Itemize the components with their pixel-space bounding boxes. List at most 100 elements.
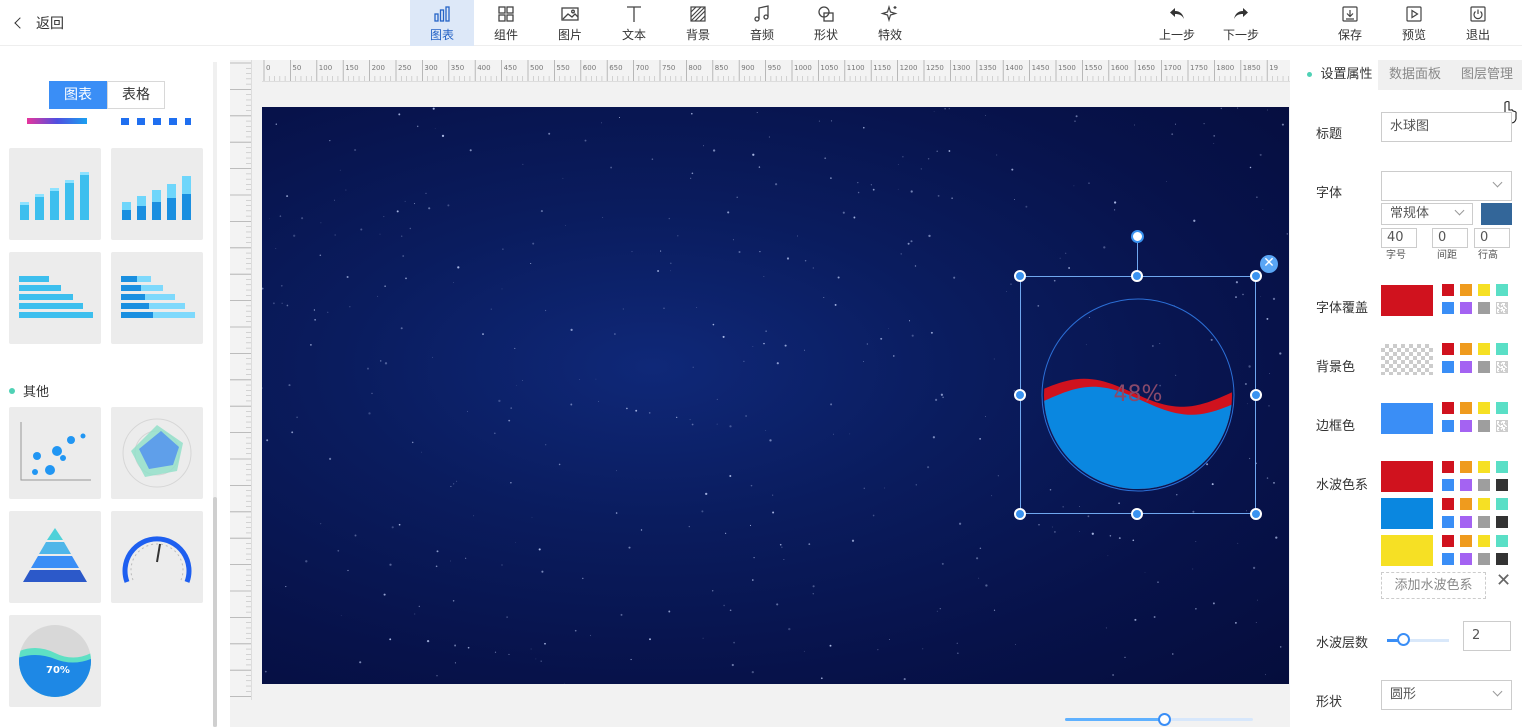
palette-color-2[interactable] [1478, 284, 1490, 296]
palette-color-6[interactable] [1478, 361, 1490, 373]
palette-color-4[interactable] [1442, 420, 1454, 432]
palette-color-4[interactable] [1442, 302, 1454, 314]
palette-color-5[interactable] [1460, 516, 1472, 528]
tool-background[interactable]: 背景 [666, 0, 730, 46]
thumb-3d-bar[interactable] [9, 148, 101, 240]
resize-handle-sw[interactable] [1014, 508, 1026, 520]
palette-color-3[interactable] [1496, 498, 1508, 510]
thumb-liquid-fill[interactable]: 70% [9, 615, 101, 707]
palette-color-7[interactable] [1496, 361, 1508, 373]
palette-color-5[interactable] [1460, 302, 1472, 314]
line-height-input[interactable]: 0 [1474, 228, 1510, 248]
palette-color-2[interactable] [1478, 535, 1490, 547]
add-wave-colors-button[interactable]: 添加水波色系 [1381, 572, 1486, 599]
palette-color-1[interactable] [1460, 498, 1472, 510]
font-cover-swatch[interactable] [1381, 285, 1433, 316]
palette-color-5[interactable] [1460, 553, 1472, 565]
palette-color-5[interactable] [1460, 420, 1472, 432]
palette-color-6[interactable] [1478, 516, 1490, 528]
thumb-3d-stacked-hbar[interactable] [111, 252, 203, 344]
resize-handle-se[interactable] [1250, 508, 1262, 520]
tool-component[interactable]: 组件 [474, 0, 538, 46]
palette-color-7[interactable] [1496, 420, 1508, 432]
palette-color-2[interactable] [1478, 498, 1490, 510]
palette-color-3[interactable] [1496, 343, 1508, 355]
palette-color-3[interactable] [1496, 402, 1508, 414]
tool-image[interactable]: 图片 [538, 0, 602, 46]
thumb-radar[interactable] [111, 407, 203, 499]
liquid-fill-chart[interactable]: 48% [1040, 297, 1236, 493]
left-scroll-thumb[interactable] [213, 497, 217, 727]
preview-button[interactable]: 预览 [1382, 0, 1446, 46]
palette-color-4[interactable] [1442, 553, 1454, 565]
exit-button[interactable]: 退出 [1446, 0, 1510, 46]
save-button[interactable]: 保存 [1318, 0, 1382, 46]
wave-color-swatch-2[interactable] [1381, 498, 1433, 529]
wave-layers-slider-knob[interactable] [1397, 633, 1410, 646]
palette-color-1[interactable] [1460, 461, 1472, 473]
delete-widget-close-icon[interactable]: ✕ [1260, 255, 1278, 273]
resize-handle-e[interactable] [1250, 389, 1262, 401]
palette-color-3[interactable] [1496, 284, 1508, 296]
tab-data-panel[interactable]: 数据面板 [1378, 60, 1452, 90]
palette-color-2[interactable] [1478, 402, 1490, 414]
back-button[interactable]: 返回 [14, 12, 64, 34]
palette-color-6[interactable] [1478, 479, 1490, 491]
border-color-swatch[interactable] [1381, 403, 1433, 434]
palette-color-1[interactable] [1460, 535, 1472, 547]
tab-properties[interactable]: 设置属性 [1302, 60, 1378, 90]
font-color-swatch[interactable] [1481, 203, 1512, 225]
font-family-select[interactable] [1381, 171, 1512, 201]
thumb-pyramid[interactable] [9, 511, 101, 603]
palette-color-0[interactable] [1442, 498, 1454, 510]
palette-color-4[interactable] [1442, 516, 1454, 528]
palette-color-4[interactable] [1442, 361, 1454, 373]
palette-color-7[interactable] [1496, 553, 1508, 565]
palette-color-1[interactable] [1460, 284, 1472, 296]
thumb-partial-2[interactable] [111, 118, 203, 132]
resize-handle-w[interactable] [1014, 389, 1026, 401]
resize-handle-s[interactable] [1131, 508, 1143, 520]
rotate-handle[interactable] [1131, 230, 1144, 243]
wave-color-swatch-3[interactable] [1381, 535, 1433, 566]
thumb-partial-1[interactable] [9, 118, 101, 132]
palette-color-7[interactable] [1496, 302, 1508, 314]
palette-color-0[interactable] [1442, 284, 1454, 296]
palette-color-7[interactable] [1496, 479, 1508, 491]
resize-handle-nw[interactable] [1014, 270, 1026, 282]
tool-audio[interactable]: 音频 [730, 0, 794, 46]
palette-color-6[interactable] [1478, 420, 1490, 432]
thumb-scatter[interactable] [9, 407, 101, 499]
palette-color-0[interactable] [1442, 402, 1454, 414]
redo-button[interactable]: 下一步 [1209, 0, 1273, 46]
palette-color-2[interactable] [1478, 343, 1490, 355]
wave-layers-input[interactable]: 2 [1463, 621, 1511, 651]
palette-color-0[interactable] [1442, 343, 1454, 355]
palette-color-1[interactable] [1460, 343, 1472, 355]
wave-color-swatch-1[interactable] [1381, 461, 1433, 492]
undo-button[interactable]: 上一步 [1145, 0, 1209, 46]
tool-text[interactable]: 文本 [602, 0, 666, 46]
palette-color-2[interactable] [1478, 461, 1490, 473]
palette-color-7[interactable] [1496, 516, 1508, 528]
palette-color-6[interactable] [1478, 302, 1490, 314]
close-icon[interactable]: ✕ [1496, 570, 1511, 591]
tool-shape[interactable]: 形状 [794, 0, 858, 46]
thumb-3d-hbar[interactable] [9, 252, 101, 344]
resize-handle-ne[interactable] [1250, 270, 1262, 282]
bg-color-swatch[interactable] [1381, 344, 1433, 375]
thumb-3d-stacked-bar[interactable] [111, 148, 203, 240]
tab-table[interactable]: 表格 [107, 81, 165, 109]
palette-color-0[interactable] [1442, 461, 1454, 473]
palette-color-4[interactable] [1442, 479, 1454, 491]
thumb-gauge[interactable] [111, 511, 203, 603]
palette-color-5[interactable] [1460, 361, 1472, 373]
spacing-input[interactable]: 0 [1432, 228, 1468, 248]
palette-color-1[interactable] [1460, 402, 1472, 414]
tool-effect[interactable]: 特效 [858, 0, 922, 46]
font-size-input[interactable]: 40 [1381, 228, 1417, 248]
tab-chart[interactable]: 图表 [49, 81, 107, 109]
shape-select[interactable]: 圆形 [1381, 680, 1512, 710]
tab-layer-manager[interactable]: 图层管理 [1452, 60, 1522, 90]
zoom-slider-knob[interactable] [1157, 713, 1171, 726]
